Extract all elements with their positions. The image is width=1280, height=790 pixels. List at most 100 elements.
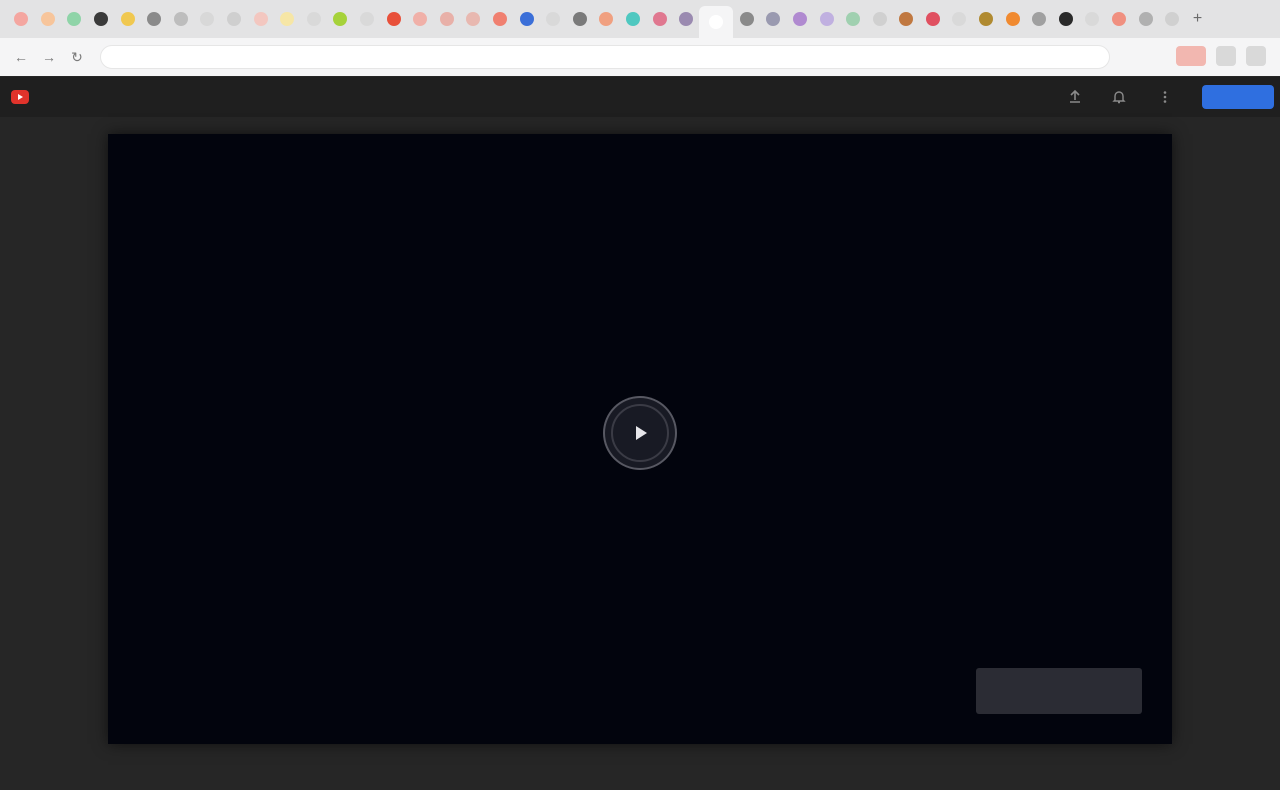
browser-tab[interactable] <box>407 5 434 33</box>
browser-tab[interactable] <box>866 5 893 33</box>
favicon-icon <box>94 12 109 26</box>
browser-tab[interactable] <box>168 5 195 33</box>
browser-tab[interactable] <box>1079 5 1106 33</box>
tab-strip: + <box>0 0 1280 38</box>
browser-tab[interactable] <box>434 5 461 33</box>
browser-tab[interactable] <box>540 5 567 33</box>
browser-tab[interactable] <box>8 5 35 33</box>
browser-tab[interactable] <box>487 5 514 33</box>
favicon-icon <box>386 12 401 26</box>
browser-tab[interactable] <box>141 5 168 33</box>
browser-tab[interactable] <box>114 5 141 33</box>
browser-tab[interactable] <box>301 5 328 33</box>
favicon-icon <box>147 12 162 26</box>
favicon-icon <box>492 12 507 26</box>
more-options-icon[interactable] <box>1154 86 1176 108</box>
browser-tab[interactable] <box>787 5 814 33</box>
browser-tab[interactable] <box>699 6 734 38</box>
browser-tab[interactable] <box>760 5 787 33</box>
favicon-icon <box>766 12 781 26</box>
forward-button[interactable]: → <box>38 46 60 68</box>
notification-icon[interactable] <box>1108 86 1130 108</box>
browser-tab[interactable] <box>247 5 274 33</box>
favicon-icon <box>280 12 295 26</box>
browser-tab[interactable] <box>460 5 487 33</box>
favicon-icon <box>709 15 724 29</box>
favicon-icon <box>1085 12 1100 26</box>
extension-area <box>1176 46 1266 66</box>
favicon-icon <box>306 12 321 26</box>
browser-tab[interactable] <box>620 5 647 33</box>
favicon-icon <box>1165 12 1180 26</box>
favicon-icon <box>899 12 914 26</box>
browser-tab[interactable] <box>274 5 301 33</box>
upload-icon[interactable] <box>1064 86 1086 108</box>
video-watermark <box>976 668 1142 714</box>
menu-icon[interactable] <box>1246 46 1266 66</box>
favicon-icon <box>546 12 561 26</box>
favicon-icon <box>792 12 807 26</box>
reload-button[interactable]: ↻ <box>66 46 88 68</box>
app-logo-icon[interactable] <box>10 88 30 106</box>
browser-tab[interactable] <box>893 5 920 33</box>
browser-tab[interactable] <box>1026 5 1053 33</box>
browser-tab[interactable] <box>1132 5 1159 33</box>
browser-tab[interactable] <box>813 5 840 33</box>
favicon-icon <box>360 12 375 26</box>
favicon-icon <box>652 12 667 26</box>
favicon-icon <box>739 12 754 26</box>
favicon-icon <box>1138 12 1153 26</box>
favicon-icon <box>572 12 587 26</box>
browser-tab[interactable] <box>646 5 673 33</box>
address-bar[interactable] <box>100 45 1110 69</box>
browser-tab[interactable] <box>221 5 248 33</box>
back-button[interactable]: ← <box>10 46 32 68</box>
browser-tab[interactable] <box>566 5 593 33</box>
favicon-icon <box>1112 12 1127 26</box>
browser-tab[interactable] <box>999 5 1026 33</box>
new-tab-button[interactable]: + <box>1186 10 1210 28</box>
browser-tab[interactable] <box>733 5 760 33</box>
browser-tab[interactable] <box>513 5 540 33</box>
browser-tab[interactable] <box>88 5 115 33</box>
play-button[interactable] <box>603 396 677 470</box>
favicon-icon <box>67 12 82 26</box>
favicon-icon <box>439 12 454 26</box>
browser-tab[interactable] <box>593 5 620 33</box>
favicon-icon <box>40 12 55 26</box>
favicon-icon <box>14 12 29 26</box>
browser-tab[interactable] <box>1159 5 1186 33</box>
browser-tab[interactable] <box>61 5 88 33</box>
video-player[interactable] <box>108 134 1172 744</box>
primary-action-button[interactable] <box>1202 85 1274 109</box>
browser-tab[interactable] <box>973 5 1000 33</box>
browser-tab[interactable] <box>920 5 947 33</box>
profile-icon[interactable] <box>1216 46 1236 66</box>
browser-tab[interactable] <box>840 5 867 33</box>
browser-tab[interactable] <box>380 5 407 33</box>
browser-toolbar: ← → ↻ <box>0 38 1280 76</box>
browser-tab[interactable] <box>327 5 354 33</box>
favicon-icon <box>466 12 481 26</box>
browser-tab[interactable] <box>35 5 62 33</box>
favicon-icon <box>1005 12 1020 26</box>
browser-tab[interactable] <box>1106 5 1133 33</box>
favicon-icon <box>679 12 694 26</box>
browser-tab[interactable] <box>946 5 973 33</box>
favicon-icon <box>519 12 534 26</box>
browser-chrome: + ← → ↻ <box>0 0 1280 76</box>
favicon-icon <box>979 12 994 26</box>
favicon-icon <box>952 12 967 26</box>
browser-tab[interactable] <box>194 5 221 33</box>
play-icon <box>636 426 647 440</box>
extension-icon[interactable] <box>1176 46 1206 66</box>
player-stage <box>0 117 1280 790</box>
favicon-icon <box>846 12 861 26</box>
browser-tab[interactable] <box>673 5 700 33</box>
favicon-icon <box>925 12 940 26</box>
favicon-icon <box>599 12 614 26</box>
favicon-icon <box>173 12 188 26</box>
browser-tab[interactable] <box>354 5 381 33</box>
browser-tab[interactable] <box>1053 5 1080 33</box>
favicon-icon <box>819 12 834 26</box>
